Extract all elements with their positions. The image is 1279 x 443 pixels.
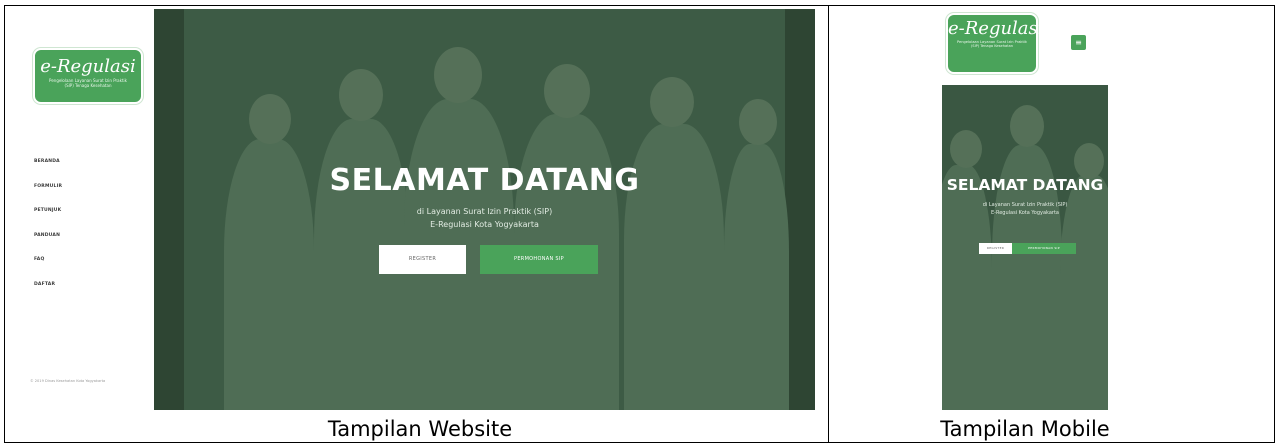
logo-title: e-Regulasi [40,56,136,77]
website-logo[interactable]: e-Regulasi Pengelolaan Layanan Surat Izi… [33,48,143,104]
website-hero: SELAMAT DATANG di Layanan Surat Izin Pra… [154,9,815,410]
website-screenshot: e-Regulasi Pengelolaan Layanan Surat Izi… [20,9,815,410]
nav-item-petunjuk[interactable]: PETUNJUK [34,208,62,233]
permohonan-sip-button[interactable]: PERMOHONAN SIP [480,245,598,274]
caption-website: Tampilan Website [327,417,513,441]
nav-item-formulir[interactable]: FORMULIR [34,184,62,209]
table-border-top [4,5,1275,6]
hero-photo-figure-head [739,99,777,145]
table-border-right [1274,5,1275,443]
register-button[interactable]: REGISTER [379,245,466,274]
hero-photo-figure-head [950,130,982,168]
mobile-logo[interactable]: e-Regulasi Pengelolaan Layanan Surat Izi… [946,13,1044,74]
website-sidebar: e-Regulasi Pengelolaan Layanan Surat Izi… [20,9,154,410]
mobile-hero-subtitle-line-2: E-Regulasi Kota Yogyakarta [991,210,1059,216]
nav-item-faq[interactable]: FAQ [34,257,62,282]
mobile-hero-subtitle-line-1: di Layanan Surat Izin Praktik (SIP) [982,202,1068,208]
hamburger-icon[interactable]: ≡ [1071,35,1086,50]
mobile-hero-subtitle: di Layanan Surat Izin Praktik (SIP) E-Re… [942,201,1108,217]
hero-photo-figure-head [544,64,590,118]
mobile-hero-title: SELAMAT DATANG [946,176,1104,194]
website-nav-menu: BERANDA FORMULIR PETUNJUK PANDUAN FAQ DA… [34,159,62,306]
caption-mobile: Tampilan Mobile [940,417,1110,441]
hero-photo-figure-head [339,69,383,121]
mobile-screenshot: e-Regulasi Pengelolaan Layanan Surat Izi… [942,9,1108,410]
hero-photo-figure-head [434,47,482,103]
hero-subtitle-line-1: di Layanan Surat Izin Praktik (SIP) [416,207,553,216]
hero-photo-figure-head [249,94,291,144]
hero-subtitle: di Layanan Surat Izin Praktik (SIP) E-Re… [154,205,815,231]
hero-photo-figure-head [1074,143,1104,179]
comparison-table: e-Regulasi Pengelolaan Layanan Surat Izi… [0,0,1279,443]
logo-subtitle: Pengelolaan Layanan Surat Izin Praktik (… [957,40,1027,49]
hero-photo-figure-head [1010,105,1044,147]
nav-item-panduan[interactable]: PANDUAN [34,233,62,258]
logo-subtitle: Pengelolaan Layanan Surat Izin Praktik (… [49,78,127,88]
logo-title: e-Regulasi [948,18,1044,39]
copyright-text: © 2019 Dinas Kesehatan Kota Yogyakarta [30,379,106,383]
hero-subtitle-line-2: E-Regulasi Kota Yogyakarta [430,220,539,229]
nav-item-beranda[interactable]: BERANDA [34,159,62,184]
mobile-register-button[interactable]: REGISTER [979,243,1012,254]
table-border-middle [828,5,829,443]
hero-photo-figure-head [650,77,694,127]
table-border-left [4,5,5,443]
hero-title: SELAMAT DATANG [329,163,640,198]
mobile-permohonan-sip-button[interactable]: PERMOHONAN SIP [1012,243,1076,254]
nav-item-daftar[interactable]: DAFTAR [34,282,62,307]
